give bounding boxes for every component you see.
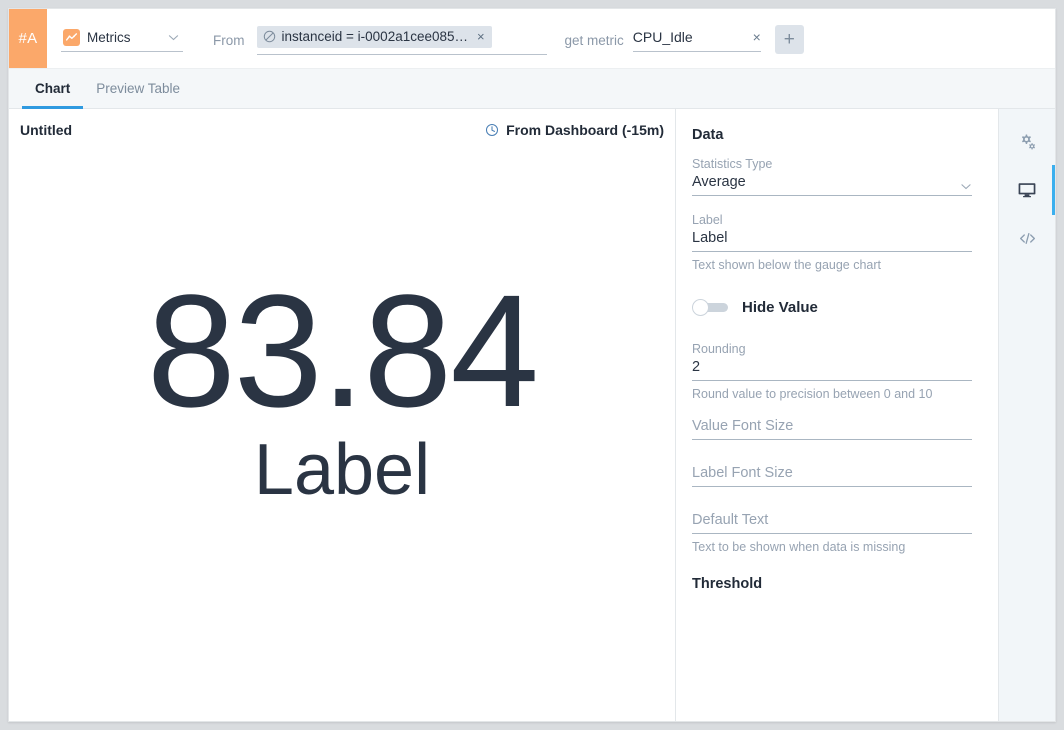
- chart-title: Untitled: [20, 122, 72, 138]
- right-icon-rail: [998, 109, 1055, 722]
- rounding-input[interactable]: 2: [692, 359, 972, 381]
- label-field-group: Label Label Text shown below the gauge c…: [692, 213, 972, 272]
- rounding-field-group: Rounding 2 Round value to precision betw…: [692, 342, 972, 401]
- query-bar: #A Metrics From: [9, 9, 1055, 69]
- display-monitor-icon[interactable]: [1005, 166, 1049, 214]
- label-input[interactable]: Label: [692, 230, 972, 252]
- clock-icon: [485, 123, 499, 137]
- code-brackets-icon[interactable]: [1005, 214, 1049, 262]
- source-type-select[interactable]: Metrics: [61, 29, 183, 52]
- statistics-type-select[interactable]: Average: [692, 174, 972, 196]
- tab-chart[interactable]: Chart: [22, 69, 83, 108]
- query-badge: #A: [9, 9, 47, 68]
- hide-value-label: Hide Value: [742, 299, 818, 316]
- chart-preview-pane: Untitled From Dashboard (-15m) 83.84 Lab…: [9, 109, 676, 722]
- add-query-button[interactable]: +: [775, 25, 804, 54]
- chevron-down-icon: [960, 183, 972, 190]
- hide-value-row[interactable]: Hide Value: [692, 299, 972, 316]
- label-field-hint: Text shown below the gauge chart: [692, 258, 972, 272]
- tab-preview-table[interactable]: Preview Table: [83, 69, 193, 108]
- statistics-type-field: Statistics Type Average: [692, 157, 972, 196]
- tab-bar: Chart Preview Table: [9, 69, 1055, 109]
- toggle-knob: [692, 299, 709, 316]
- rounding-input-value: 2: [692, 359, 972, 375]
- metric-input[interactable]: CPU_Idle ×: [633, 29, 761, 52]
- threshold-section-title: Threshold: [692, 576, 972, 592]
- default-text-hint: Text to be shown when data is missing: [692, 540, 972, 554]
- source-type-label: Metrics: [87, 30, 168, 45]
- label-font-size-group: Label Font Size: [692, 465, 972, 487]
- chart-time-range: From Dashboard (-15m): [485, 122, 664, 138]
- default-text-input[interactable]: Default Text: [692, 512, 972, 534]
- active-rail-indicator: [1052, 165, 1056, 215]
- default-text-placeholder: Default Text: [692, 512, 972, 528]
- gauge-label: Label: [254, 433, 430, 509]
- settings-panel: Data Statistics Type Average Label Label…: [676, 109, 998, 722]
- chart-header: Untitled From Dashboard (-15m): [9, 109, 675, 138]
- hide-value-toggle[interactable]: [692, 299, 728, 316]
- gauge-chart: 83.84 Label: [9, 138, 675, 722]
- value-font-size-placeholder: Value Font Size: [692, 418, 972, 434]
- value-font-size-group: Value Font Size: [692, 418, 972, 440]
- label-input-value: Label: [692, 230, 972, 246]
- statistics-type-label: Statistics Type: [692, 157, 972, 171]
- filter-chip[interactable]: instanceid = i-0002a1cee085… ×: [257, 26, 492, 48]
- value-font-size-input[interactable]: Value Font Size: [692, 418, 972, 440]
- gauge-value: 83.84: [147, 275, 537, 427]
- label-font-size-input[interactable]: Label Font Size: [692, 465, 972, 487]
- label-field-caption: Label: [692, 213, 972, 227]
- rounding-hint: Round value to precision between 0 and 1…: [692, 387, 972, 401]
- chevron-down-icon: [168, 34, 179, 41]
- settings-gears-icon[interactable]: [1005, 118, 1049, 166]
- get-metric-label: get metric: [565, 33, 624, 48]
- filter-input[interactable]: instanceid = i-0002a1cee085… ×: [257, 26, 547, 55]
- default-text-group: Default Text Text to be shown when data …: [692, 512, 972, 554]
- data-section-title: Data: [692, 127, 972, 143]
- block-circle-slash-icon: [263, 30, 276, 43]
- statistics-type-value: Average: [692, 174, 960, 190]
- filter-chip-remove-icon[interactable]: ×: [477, 30, 485, 43]
- metrics-chart-icon: [63, 29, 80, 46]
- app-window: #A Metrics From: [8, 8, 1056, 722]
- rounding-label: Rounding: [692, 342, 972, 356]
- editor-body: Untitled From Dashboard (-15m) 83.84 Lab…: [9, 109, 1055, 722]
- chart-time-range-text: From Dashboard (-15m): [506, 122, 664, 138]
- from-label: From: [213, 33, 245, 48]
- query-bar-content: Metrics From instanceid = i-0002a1cee085…: [47, 9, 1055, 68]
- label-font-size-placeholder: Label Font Size: [692, 465, 972, 481]
- metric-clear-icon[interactable]: ×: [753, 29, 761, 45]
- filter-chip-text: instanceid = i-0002a1cee085…: [282, 29, 469, 44]
- metric-input-value: CPU_Idle: [633, 29, 753, 45]
